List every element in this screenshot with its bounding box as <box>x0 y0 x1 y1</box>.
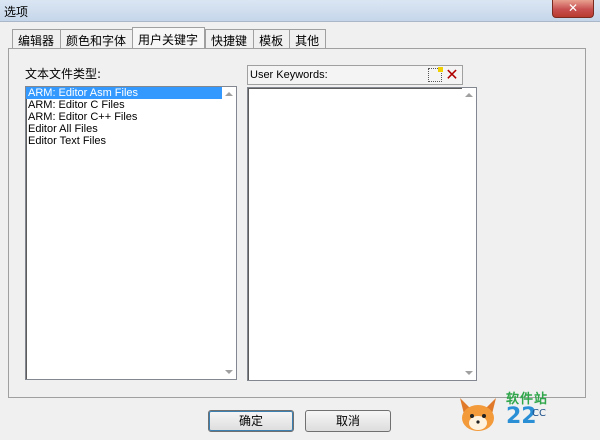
tab-other[interactable]: 其他 <box>289 29 327 48</box>
title-bar: 选项 ✕ <box>0 0 600 22</box>
filetype-item[interactable]: ARM: Editor C Files <box>26 99 222 111</box>
tab-user-keywords[interactable]: 用户关键字 <box>132 27 206 49</box>
tab-templates[interactable]: 模板 <box>253 29 290 48</box>
tab-colors-fonts[interactable]: 颜色和字体 <box>60 29 133 48</box>
keywords-scrollbar[interactable] <box>462 88 476 380</box>
keywords-title: User Keywords: <box>250 69 328 81</box>
filetype-item[interactable]: Editor Text Files <box>26 135 222 147</box>
filetypes-scrollbar[interactable] <box>222 87 236 379</box>
scroll-up-icon[interactable] <box>225 92 233 96</box>
filetype-item[interactable]: ARM: Editor Asm Files <box>26 87 222 99</box>
new-item-icon[interactable] <box>428 67 443 82</box>
tab-strip: 编辑器 颜色和字体 用户关键字 快捷键 模板 其他 <box>12 27 327 49</box>
delete-icon[interactable]: ✕ <box>444 66 460 84</box>
scroll-up-icon[interactable] <box>465 93 473 97</box>
scroll-down-icon[interactable] <box>465 371 473 375</box>
dialog-button-bar: 确定 取消 <box>0 398 600 440</box>
filetype-item[interactable]: Editor All Files <box>26 123 222 135</box>
tab-shortcuts[interactable]: 快捷键 <box>205 29 254 48</box>
ok-button[interactable]: 确定 <box>208 410 294 432</box>
filetypes-listbox[interactable]: ARM: Editor Asm Files ARM: Editor C File… <box>25 86 237 380</box>
scroll-down-icon[interactable] <box>225 370 233 374</box>
cancel-button[interactable]: 取消 <box>305 410 391 432</box>
keywords-header: User Keywords: ✕ <box>247 65 463 85</box>
filetypes-label: 文本文件类型: <box>25 67 102 81</box>
user-keywords-panel: 文本文件类型: ARM: Editor Asm Files ARM: Edito… <box>8 48 586 398</box>
tab-editor[interactable]: 编辑器 <box>12 29 61 48</box>
keywords-listbox[interactable] <box>247 87 477 381</box>
window-title: 选项 <box>4 5 29 19</box>
filetype-item[interactable]: ARM: Editor C++ Files <box>26 111 222 123</box>
close-button[interactable]: ✕ <box>552 0 594 18</box>
